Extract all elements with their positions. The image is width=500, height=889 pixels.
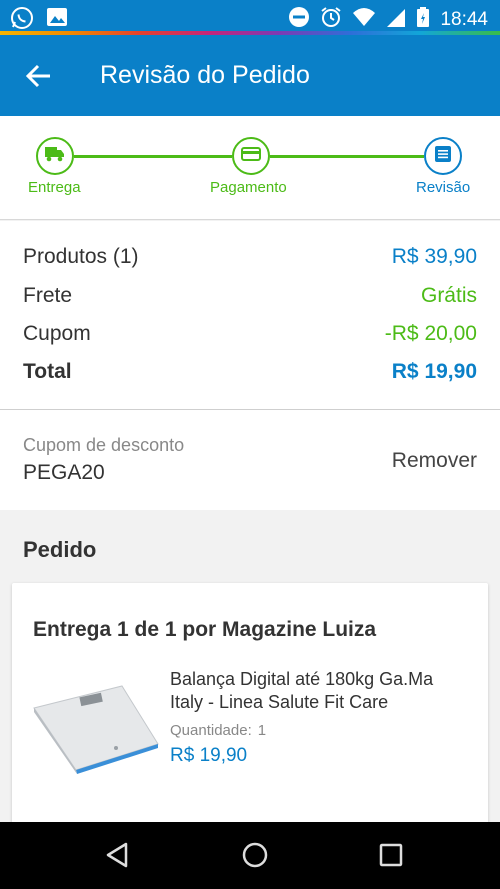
section-title: Pedido: [23, 537, 97, 562]
do-not-disturb-icon: [288, 6, 310, 33]
summary-label: Frete: [23, 284, 73, 307]
recents-square-icon[interactable]: [374, 838, 408, 872]
status-bar: 18:44: [0, 0, 500, 34]
summary-row-produtos: Produtos (1) R$ 39,90: [23, 245, 477, 275]
checkout-stepper: Entrega Pagamento Revisão: [0, 116, 500, 220]
arrow-left-icon[interactable]: [24, 62, 54, 90]
summary-value: R$ 39,90: [391, 245, 477, 268]
coupon-label: Cupom de desconto: [23, 435, 185, 455]
step-connector: [74, 155, 232, 158]
summary-value: R$ 19,90: [391, 360, 477, 383]
delivery-title: Entrega 1 de 1 por Magazine Luiza: [33, 618, 377, 641]
quantity-label: Quantidade:: [170, 722, 252, 739]
battery-icon: [416, 6, 430, 33]
coupon-code: PEGA20: [23, 461, 105, 484]
back-triangle-icon[interactable]: [100, 838, 134, 872]
summary-row-cupom: Cupom -R$ 20,00: [23, 322, 477, 352]
card-icon: [241, 146, 261, 167]
summary-row-total: Total R$ 19,90: [23, 360, 477, 390]
truck-icon: [45, 146, 65, 167]
app-bar: Revisão do Pedido: [0, 35, 500, 116]
step-label-revisao: Revisão: [416, 179, 471, 196]
summary-row-frete: Frete Grátis: [23, 284, 477, 314]
status-time: 18:44: [440, 8, 488, 30]
wifi-icon: [352, 6, 376, 33]
remove-coupon-button[interactable]: Remover: [392, 449, 477, 473]
signal-icon: [386, 6, 406, 33]
system-nav-bar: [0, 822, 500, 889]
product-quantity: Quantidade: 1: [170, 722, 272, 739]
summary-label: Produtos (1): [23, 245, 139, 268]
summary-label: Cupom: [23, 322, 91, 345]
coupon-section: Cupom de desconto PEGA20 Remover: [0, 410, 500, 510]
quantity-value: 1: [257, 722, 267, 739]
page-title: Revisão do Pedido: [100, 61, 310, 89]
summary-value: -R$ 20,00: [384, 322, 477, 345]
step-entrega[interactable]: [36, 137, 74, 175]
order-summary: Produtos (1) R$ 39,90 Frete Grátis Cupom…: [0, 221, 500, 410]
list-icon: [434, 145, 452, 168]
step-pagamento[interactable]: [232, 137, 270, 175]
step-connector: [270, 155, 424, 158]
summary-value: Grátis: [420, 284, 477, 307]
delivery-card: Entrega 1 de 1 por Magazine Luiza Balanç…: [12, 583, 488, 843]
step-label-entrega: Entrega: [28, 179, 81, 196]
product-image[interactable]: [30, 678, 160, 778]
step-label-pagamento: Pagamento: [210, 179, 287, 196]
product-name[interactable]: Balança Digital até 180kg Ga.Ma Italy - …: [170, 668, 470, 714]
home-circle-icon[interactable]: [238, 838, 272, 872]
step-revisao[interactable]: [424, 137, 462, 175]
product-price: R$ 19,90: [170, 745, 248, 766]
alarm-icon: [320, 6, 342, 33]
summary-label: Total: [23, 360, 72, 383]
